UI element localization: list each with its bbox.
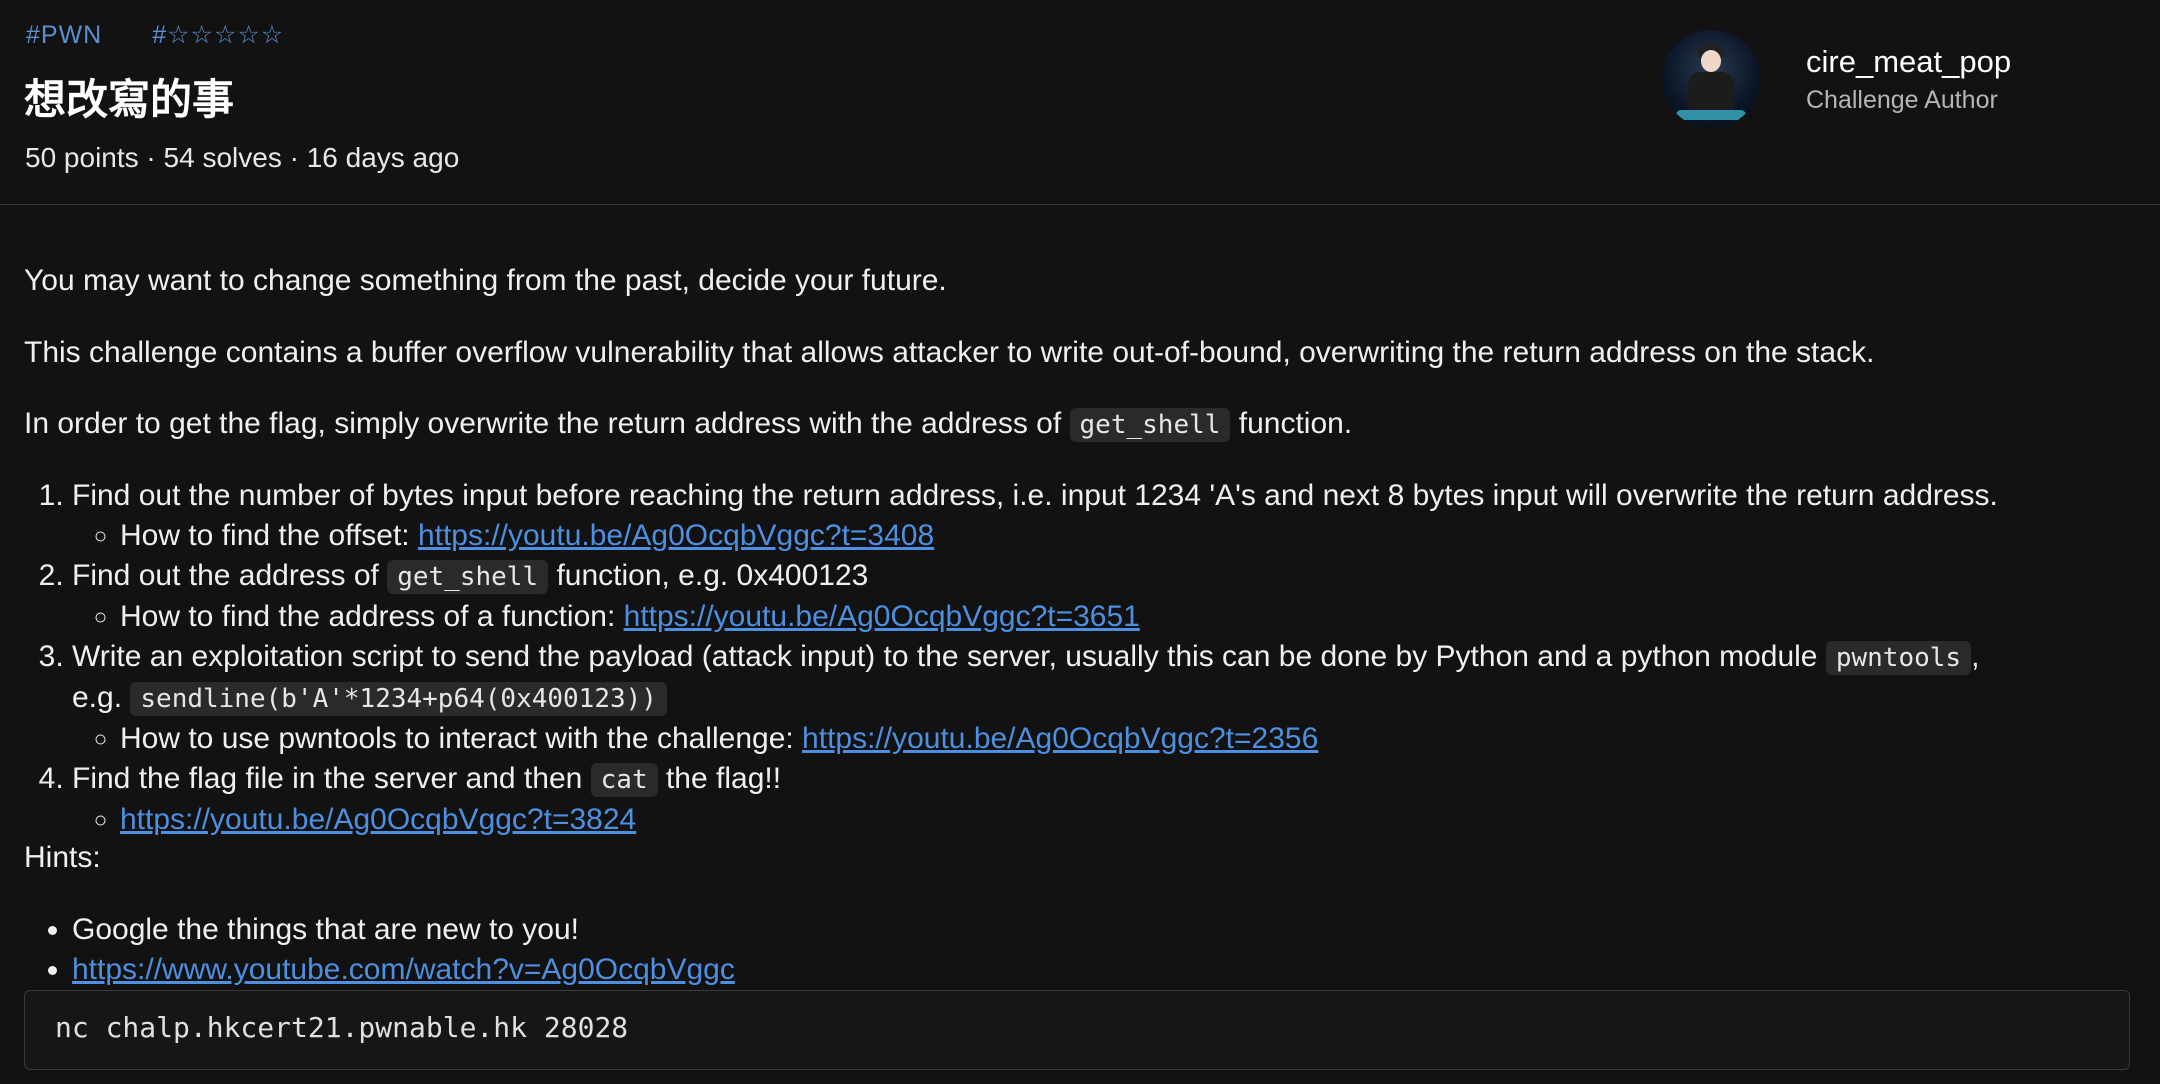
- challenge-meta: 50 points · 54 solves · 16 days ago: [25, 142, 460, 173]
- author-name[interactable]: cire_meat_pop: [1806, 44, 2011, 80]
- video-link[interactable]: https://youtu.be/Ag0OcqbVggc?t=3651: [624, 600, 1140, 633]
- video-link[interactable]: https://youtu.be/Ag0OcqbVggc?t=3824: [120, 803, 636, 836]
- sub-label: How to find the address of a function:: [120, 600, 624, 633]
- step-sub-item: https://youtu.be/Ag0OcqbVggc?t=3824: [120, 800, 2152, 840]
- step-item-2: Find out the address of get_shell functi…: [72, 556, 2152, 637]
- tag-category[interactable]: #PWN: [26, 21, 102, 49]
- author-role: Challenge Author: [1806, 85, 1998, 114]
- hints-label: Hints:: [24, 841, 101, 874]
- step-item-4: Find the flag file in the server and the…: [72, 759, 2152, 840]
- description-vuln: This challenge contains a buffer overflo…: [24, 336, 1875, 369]
- step-item-3: Write an exploitation script to send the…: [72, 637, 2152, 759]
- connection-command[interactable]: nc chalp.hkcert21.pwnable.hk 28028: [24, 990, 2130, 1070]
- step-code: get_shell: [387, 560, 549, 594]
- step-text: Find out the address of: [72, 559, 379, 592]
- step-text: Find the flag file in the server and the…: [72, 762, 583, 795]
- hints-list: Google the things that are new to you! h…: [24, 910, 735, 990]
- sub-label: How to use pwntools to interact with the…: [120, 722, 803, 755]
- author-card: cire_meat_pop Challenge Author: [1662, 30, 2011, 128]
- avatar[interactable]: [1662, 30, 1760, 128]
- step-text: ,: [1971, 640, 1980, 673]
- hint-item: https://www.youtube.com/watch?v=Ag0OcqbV…: [72, 950, 735, 990]
- steps-list: Find out the number of bytes input befor…: [24, 476, 2152, 840]
- goal-text-after: function.: [1238, 407, 1353, 440]
- step-text: the flag!!: [665, 762, 782, 795]
- goal-text-before: In order to get the flag, simply overwri…: [24, 407, 1062, 440]
- hint-link[interactable]: https://www.youtube.com/watch?v=Ag0OcqbV…: [72, 953, 735, 986]
- challenge-header: #PWN #☆☆☆☆☆ 想改寫的事 50 points · 54 solves ·…: [0, 0, 2160, 205]
- step-sub-item: How to use pwntools to interact with the…: [120, 719, 2152, 759]
- step-code: cat: [590, 763, 658, 797]
- hint-text: Google the things that are new to you!: [72, 913, 579, 946]
- step-text: Write an exploitation script to send the…: [72, 640, 1818, 673]
- step-item-1: Find out the number of bytes input befor…: [72, 476, 2152, 556]
- goal-code: get_shell: [1069, 408, 1231, 442]
- challenge-title: 想改寫的事: [24, 75, 235, 124]
- description-goal: In order to get the flag, simply overwri…: [24, 404, 1352, 445]
- step-sub-item: How to find the address of a function: h…: [120, 597, 2152, 637]
- tag-list: #PWN #☆☆☆☆☆: [26, 20, 334, 50]
- tag-difficulty[interactable]: #☆☆☆☆☆: [152, 21, 284, 49]
- hint-item: Google the things that are new to you!: [72, 910, 735, 950]
- step-code: pwntools: [1825, 641, 1972, 675]
- video-link[interactable]: https://youtu.be/Ag0OcqbVggc?t=2356: [802, 722, 1318, 755]
- step-text: e.g.: [72, 681, 123, 714]
- step-text: function, e.g. 0x400123: [556, 559, 869, 592]
- video-link[interactable]: https://youtu.be/Ag0OcqbVggc?t=3408: [418, 519, 934, 552]
- step-text: Find out the number of bytes input befor…: [72, 479, 1998, 512]
- description-intro: You may want to change something from th…: [24, 264, 947, 297]
- step-code: sendline(b'A'*1234+p64(0x400123)): [130, 682, 667, 716]
- step-sub-item: How to find the offset: https://youtu.be…: [120, 516, 2152, 556]
- sub-label: How to find the offset:: [120, 519, 418, 552]
